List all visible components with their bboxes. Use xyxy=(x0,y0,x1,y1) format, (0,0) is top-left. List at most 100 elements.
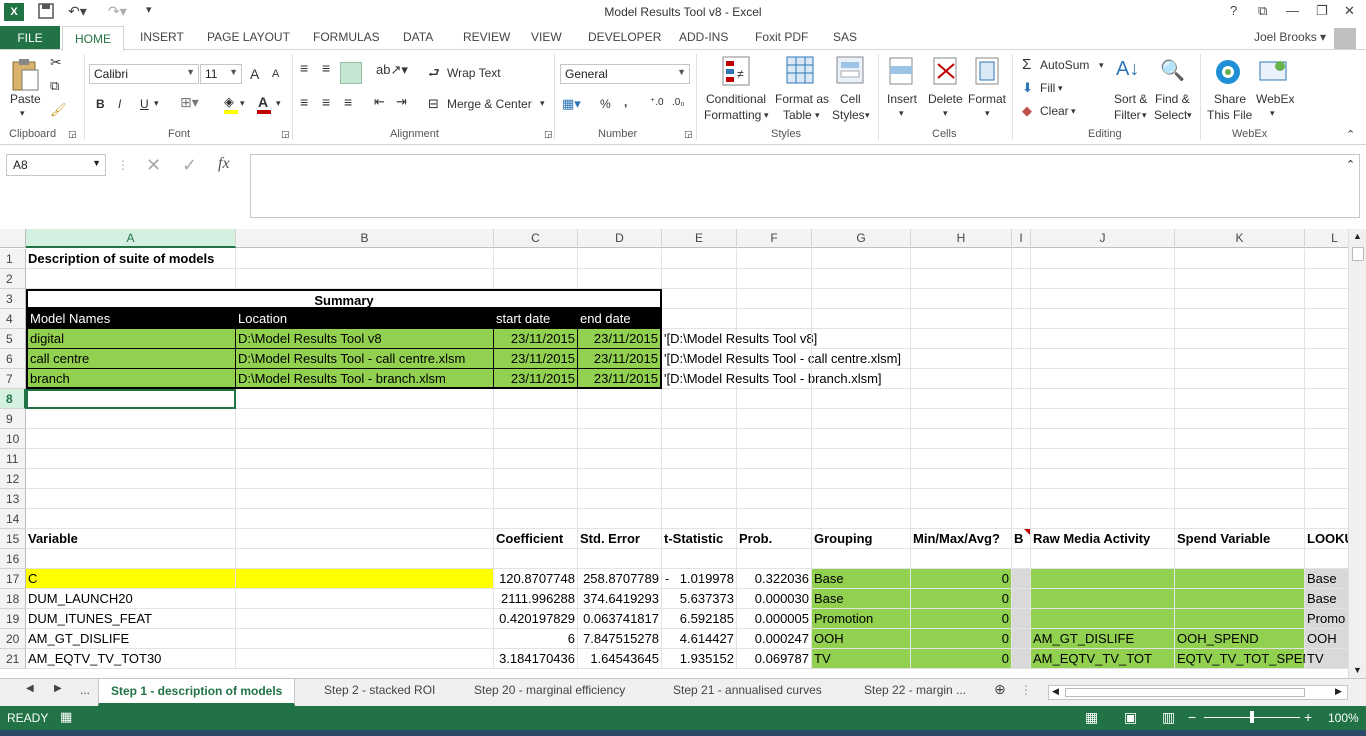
cell-f3[interactable] xyxy=(737,289,812,309)
clear-button[interactable]: Clear xyxy=(1040,104,1069,118)
borders-icon[interactable]: ⊞▾ xyxy=(180,94,199,111)
cell-j15[interactable]: Raw Media Activity xyxy=(1031,529,1175,549)
cell-e20[interactable]: 4.614427 xyxy=(662,629,737,649)
cell-e12[interactable] xyxy=(662,469,737,489)
cell-styles-dropdown-icon[interactable]: ▾ xyxy=(865,110,870,121)
cell-h9[interactable] xyxy=(911,409,1012,429)
paste-button[interactable]: Paste xyxy=(10,92,41,106)
format-painter-icon[interactable]: 🖌 xyxy=(50,102,67,118)
cell-g6[interactable] xyxy=(812,349,911,369)
underline-dropdown-icon[interactable]: ▾ xyxy=(154,98,159,109)
cell-d13[interactable] xyxy=(578,489,662,509)
italic-button[interactable]: I xyxy=(118,97,121,111)
cell-k4[interactable] xyxy=(1175,309,1305,329)
scroll-right-icon[interactable]: ▶ xyxy=(1335,686,1342,697)
name-box[interactable]: A8 ▼ xyxy=(6,154,106,176)
cell-a4[interactable]: Model Names xyxy=(26,309,236,329)
autosum-button[interactable]: AutoSum xyxy=(1040,58,1089,72)
increase-decimal-icon[interactable]: ⁺.0 xyxy=(650,97,664,108)
cell-d20[interactable]: 7.847515278 xyxy=(578,629,662,649)
cell-b15[interactable] xyxy=(236,529,494,549)
cell-i18[interactable] xyxy=(1012,589,1031,609)
cell-e5[interactable]: '[D:\Model Results Tool v8] xyxy=(662,329,817,349)
user-menu-chevron-icon[interactable]: ▾ xyxy=(1320,30,1326,44)
cell-l10[interactable] xyxy=(1305,429,1348,449)
share-file-button[interactable]: Share xyxy=(1214,92,1246,106)
cell-a15[interactable]: Variable xyxy=(26,529,236,549)
cell-l2[interactable] xyxy=(1305,269,1348,289)
cell-a20[interactable]: AM_GT_DISLIFE xyxy=(26,629,236,649)
sheet-tab-step21[interactable]: Step 21 - annualised curves xyxy=(673,683,822,697)
cell-j4[interactable] xyxy=(1031,309,1175,329)
cell-i10[interactable] xyxy=(1012,429,1031,449)
row-header-5[interactable]: 5 xyxy=(0,329,26,349)
cell-a8[interactable] xyxy=(26,389,236,409)
column-header-b[interactable]: B xyxy=(236,229,494,248)
insert-cells-button[interactable]: Insert xyxy=(887,92,917,106)
bold-button[interactable]: B xyxy=(96,97,105,111)
cell-l20[interactable]: OOH xyxy=(1305,629,1348,649)
column-header-h[interactable]: H xyxy=(911,229,1012,248)
cell-e4[interactable] xyxy=(662,309,737,329)
conditional-dropdown-icon[interactable]: ▾ xyxy=(764,110,769,121)
cell-k11[interactable] xyxy=(1175,449,1305,469)
cell-h10[interactable] xyxy=(911,429,1012,449)
fill-icon[interactable]: ⬇ xyxy=(1022,80,1033,96)
cell-l13[interactable] xyxy=(1305,489,1348,509)
cell-k17[interactable] xyxy=(1175,569,1305,589)
format-dropdown-icon[interactable]: ▾ xyxy=(985,108,990,119)
cell-h20[interactable]: 0 xyxy=(911,629,1012,649)
cell-g10[interactable] xyxy=(812,429,911,449)
cell-e13[interactable] xyxy=(662,489,737,509)
cell-b5[interactable]: D:\Model Results Tool v8 xyxy=(236,329,494,349)
format-as-table-button[interactable]: Format as xyxy=(775,92,829,106)
cell-g8[interactable] xyxy=(812,389,911,409)
cell-g12[interactable] xyxy=(812,469,911,489)
cell-b7[interactable]: D:\Model Results Tool - branch.xlsm xyxy=(236,369,494,389)
sheet-tab-step1[interactable]: Step 1 - description of models xyxy=(98,679,296,706)
column-header-d[interactable]: D xyxy=(578,229,662,248)
cell-i7[interactable] xyxy=(1012,369,1031,389)
cell-k21[interactable]: EQTV_TV_TOT_SPEN xyxy=(1175,649,1312,669)
cell-b10[interactable] xyxy=(236,429,494,449)
orientation-icon[interactable]: ab↗▾ xyxy=(376,62,408,78)
cell-j21[interactable]: AM_EQTV_TV_TOT xyxy=(1031,649,1175,669)
cell-h15[interactable]: Min/Max/Avg? xyxy=(911,529,1012,549)
cell-g13[interactable] xyxy=(812,489,911,509)
merge-center-button[interactable]: Merge & Center xyxy=(447,97,532,111)
cell-i5[interactable] xyxy=(1012,329,1031,349)
cell-e1[interactable] xyxy=(662,249,737,269)
cell-h21[interactable]: 0 xyxy=(911,649,1012,669)
row-header-14[interactable]: 14 xyxy=(0,509,26,529)
delete-cells-icon[interactable] xyxy=(932,56,960,91)
page-layout-view-icon[interactable]: ▣ xyxy=(1124,709,1137,726)
cell-c7[interactable]: 23/11/2015 xyxy=(494,369,578,389)
cell-k18[interactable] xyxy=(1175,589,1305,609)
align-bottom-icon[interactable] xyxy=(340,62,362,84)
copy-icon[interactable]: ⧉ xyxy=(50,78,59,94)
cell-d5[interactable]: 23/11/2015 xyxy=(578,329,662,349)
expand-formula-bar-icon[interactable]: ⌃ xyxy=(1346,158,1355,171)
tab-data[interactable]: DATA xyxy=(403,30,433,44)
cell-d7[interactable]: 23/11/2015 xyxy=(578,369,662,389)
avatar[interactable] xyxy=(1334,28,1356,50)
cell-f21[interactable]: 0.069787 xyxy=(737,649,812,669)
cell-l7[interactable] xyxy=(1305,369,1348,389)
cell-j13[interactable] xyxy=(1031,489,1175,509)
sort-filter-button[interactable]: Sort & xyxy=(1114,92,1147,106)
paste-dropdown-icon[interactable]: ▾ xyxy=(20,108,25,119)
cell-k7[interactable] xyxy=(1175,369,1305,389)
share-file-icon[interactable] xyxy=(1214,58,1242,89)
cell-k15[interactable]: Spend Variable xyxy=(1175,529,1305,549)
cell-b13[interactable] xyxy=(236,489,494,509)
cell-c6[interactable]: 23/11/2015 xyxy=(494,349,578,369)
cell-a9[interactable] xyxy=(26,409,236,429)
cell-a21[interactable]: AM_EQTV_TV_TOT30 xyxy=(26,649,236,669)
cell-d6[interactable]: 23/11/2015 xyxy=(578,349,662,369)
worksheet-grid[interactable]: ABCDEFGHIJKL 1 Description of suite of mo… xyxy=(0,229,1348,678)
cell-d9[interactable] xyxy=(578,409,662,429)
percent-button[interactable]: % xyxy=(600,97,611,111)
help-icon[interactable]: ? xyxy=(1230,3,1237,18)
align-center-icon[interactable]: ≡ xyxy=(322,94,330,110)
number-format-combo[interactable]: General ▼ xyxy=(560,64,690,84)
